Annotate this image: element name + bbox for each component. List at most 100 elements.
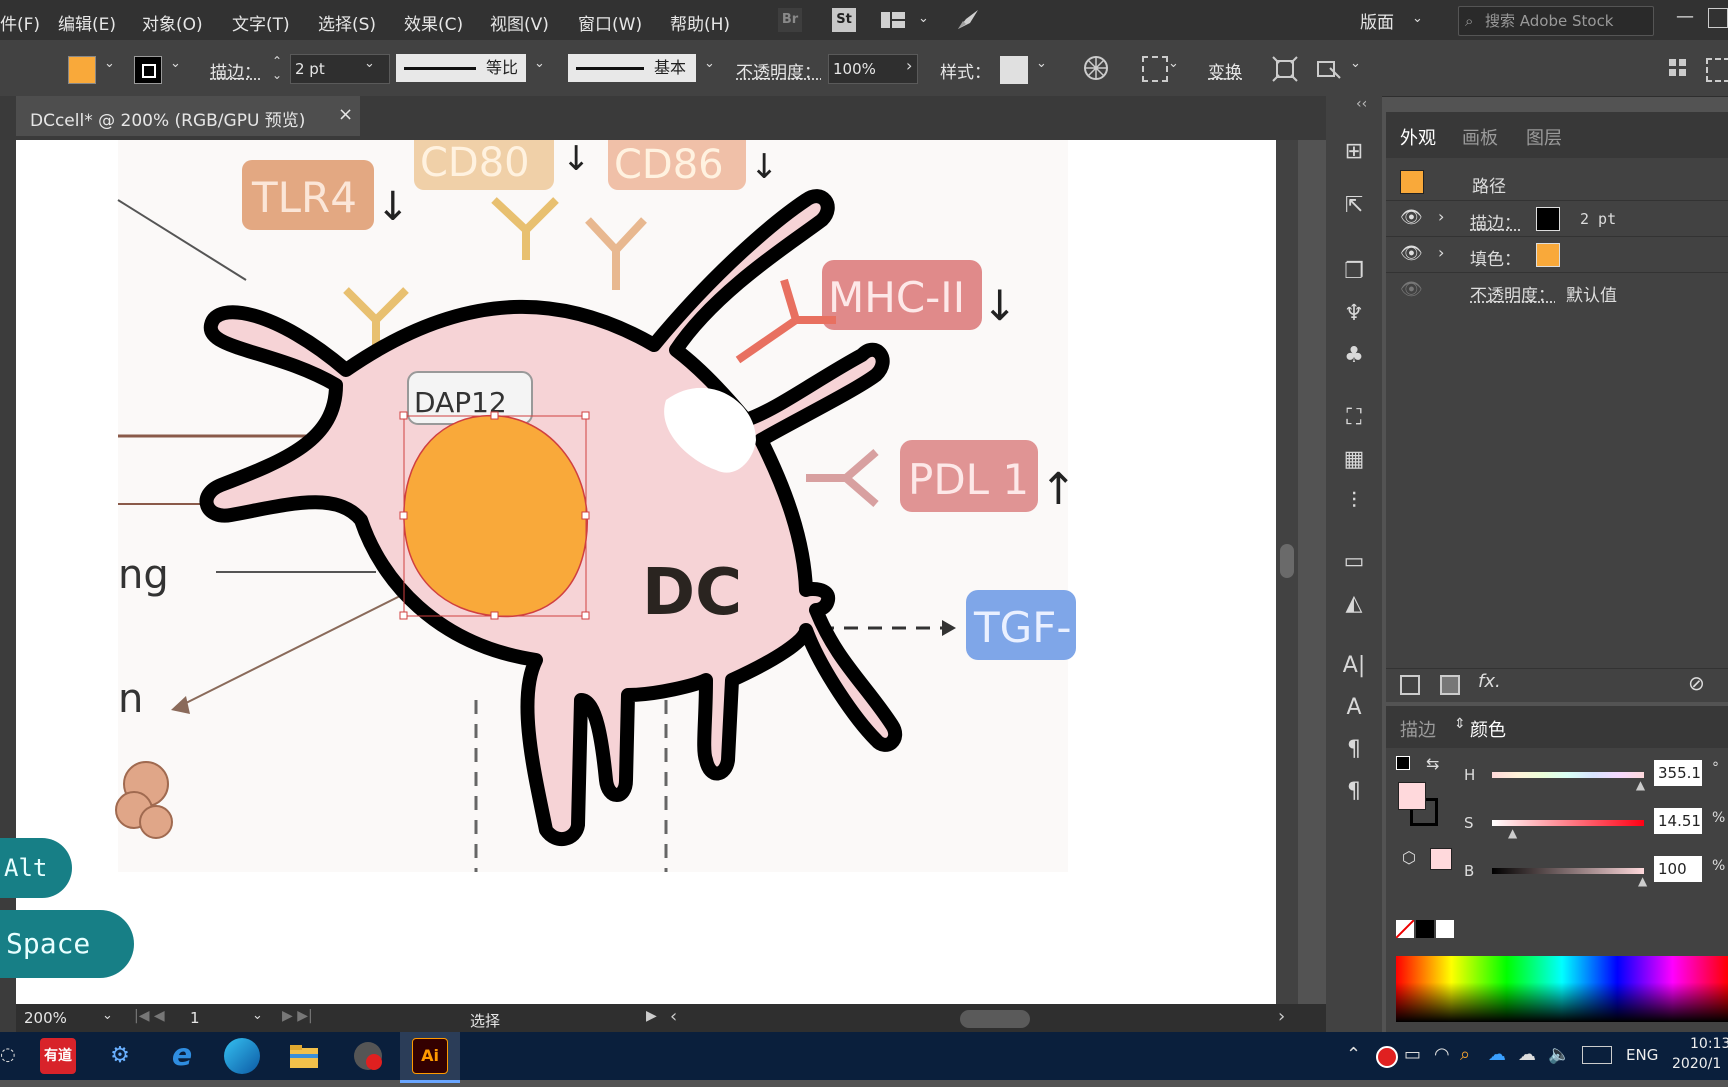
chevron-right-icon[interactable]: ›	[1438, 243, 1444, 262]
3d-icon[interactable]: ⛶	[1340, 404, 1368, 432]
b-value-field[interactable]: 100	[1654, 856, 1702, 882]
chevron-down-icon[interactable]: ⌄	[1036, 56, 1047, 71]
chevron-up-icon[interactable]: ⌃	[1346, 1044, 1361, 1065]
search-tray-icon[interactable]: ⌕	[1460, 1044, 1470, 1065]
variable-width-profile[interactable]: 等比	[396, 54, 526, 82]
current-fill-color[interactable]	[1398, 782, 1426, 810]
youdao-dictionary-icon[interactable]: 有道	[40, 1038, 76, 1074]
search-input[interactable]: 搜索 Adobe Stock	[1485, 7, 1614, 35]
artboard-canvas[interactable]: CD80 ↓ CD86 ↓ TLR4 ↓ MHC-II ↓ PDL 1 ↑ TG…	[16, 140, 1298, 1004]
last-artboard-icon[interactable]: ▶ ▶|	[282, 1008, 313, 1024]
screen-recorder-icon[interactable]	[350, 1038, 386, 1074]
symbols-icon[interactable]: ♣	[1340, 342, 1368, 370]
chevron-right-icon[interactable]: ›	[906, 56, 912, 75]
maximize-icon[interactable]	[1708, 8, 1728, 28]
align-icon[interactable]: ⫶	[1340, 488, 1368, 516]
graphic-style-swatch[interactable]	[1000, 56, 1028, 84]
export-icon[interactable]: ⇱	[1340, 192, 1368, 220]
appearance-fill-row[interactable]: 👁 › 填色：	[1386, 236, 1728, 273]
tab-color[interactable]: 颜色	[1470, 716, 1506, 742]
bridge-button[interactable]: Br	[778, 8, 802, 32]
paragraph-icon[interactable]: ¶	[1340, 778, 1368, 806]
menu-help[interactable]: 帮助(H)	[670, 10, 730, 35]
menu-window[interactable]: 窗口(W)	[578, 10, 642, 35]
isolate-icon[interactable]	[1272, 56, 1298, 82]
document-tab[interactable]: DCcell* @ 200% (RGB/GPU 预览) ×	[16, 96, 360, 136]
eye-icon[interactable]: 👁	[1400, 279, 1423, 300]
workspace-switcher[interactable]: 版面	[1360, 8, 1394, 33]
s-value-field[interactable]: 14.51	[1654, 808, 1702, 834]
appearance-stroke-row[interactable]: 👁 › 描边： 2 pt	[1386, 200, 1728, 237]
s-slider-thumb[interactable]: ▲	[1508, 826, 1517, 840]
transform-link[interactable]: 变换	[1208, 58, 1242, 83]
h-slider-thumb[interactable]: ▲	[1636, 778, 1645, 792]
b-slider[interactable]	[1492, 868, 1644, 874]
chevron-down-icon[interactable]: ⌄	[104, 56, 115, 71]
none-color-swatch[interactable]	[1396, 920, 1414, 938]
artboard-number[interactable]: 1	[190, 1009, 200, 1027]
transparency-icon[interactable]: ◭	[1340, 590, 1368, 618]
puppet-warp-icon[interactable]	[1316, 56, 1342, 82]
h-value-field[interactable]: 355.1	[1654, 760, 1702, 786]
horizontal-scroll-thumb[interactable]	[960, 1010, 1030, 1028]
scrollbar-thumb[interactable]	[1280, 544, 1294, 578]
zoom-level[interactable]: 200%	[24, 1009, 67, 1027]
stroke-label[interactable]: 描边：	[210, 58, 261, 83]
add-stroke-icon[interactable]	[1400, 675, 1420, 695]
swap-colors-icon[interactable]: ⇆	[1426, 754, 1439, 773]
arrange-documents-icon[interactable]	[880, 10, 906, 30]
menu-select[interactable]: 选择(S)	[318, 10, 376, 35]
first-artboard-icon[interactable]: |◀ ◀	[134, 1008, 165, 1024]
menu-view[interactable]: 视图(V)	[490, 10, 549, 35]
tab-layers[interactable]: 图层	[1526, 124, 1562, 150]
chevron-down-icon[interactable]: ⌄	[918, 11, 929, 26]
stock-button[interactable]: St	[832, 8, 856, 32]
chevron-down-icon[interactable]: ⌄	[252, 1008, 263, 1023]
scroll-left-icon[interactable]: ‹	[670, 1006, 677, 1027]
stock-search[interactable]: ⌕ 搜索 Adobe Stock	[1458, 6, 1654, 36]
color-spectrum[interactable]	[1396, 956, 1728, 1022]
artboard-tool-icon[interactable]: ⊞	[1340, 138, 1368, 166]
tab-stroke[interactable]: 描边	[1400, 716, 1436, 742]
onedrive-icon[interactable]: ☁	[1488, 1044, 1506, 1065]
paragraph-styles-icon[interactable]: ¶	[1340, 736, 1368, 764]
menu-file[interactable]: 件(F)	[0, 10, 40, 35]
search-icon[interactable]: ◌	[0, 1044, 16, 1065]
eye-icon[interactable]: 👁	[1400, 207, 1423, 228]
internet-explorer-icon[interactable]: e	[164, 1038, 200, 1074]
character-styles-icon[interactable]: 𝖠	[1340, 694, 1368, 722]
chevron-down-icon[interactable]: ⌄	[1412, 11, 1423, 26]
opacity-label[interactable]: 不透明度：	[736, 58, 821, 83]
collapse-panels-icon[interactable]: ‹‹	[1356, 96, 1367, 112]
out-of-gamut-icon[interactable]: ⬡	[1402, 848, 1416, 867]
stroke-weight-field[interactable]: 2 pt	[290, 54, 390, 84]
scroll-right-icon[interactable]: ›	[1278, 1006, 1285, 1027]
battery-icon[interactable]: ▭	[1404, 1044, 1421, 1065]
appearance-opacity-row[interactable]: 👁 不透明度： 默认值	[1386, 272, 1728, 309]
chevron-down-icon[interactable]: ⌄	[1350, 56, 1361, 71]
align-selection-icon[interactable]	[1142, 56, 1168, 82]
black-color-swatch[interactable]	[1416, 920, 1434, 938]
menu-object[interactable]: 对象(O)	[142, 10, 203, 35]
menu-edit[interactable]: 编辑(E)	[58, 10, 116, 35]
chevron-right-icon[interactable]: ›	[1438, 207, 1444, 226]
sort-arrows-icon[interactable]: ⇕	[1454, 716, 1466, 732]
chevron-down-icon[interactable]: ⌄	[102, 1008, 113, 1023]
opacity-field[interactable]: 100%	[828, 54, 918, 84]
tab-appearance[interactable]: 外观	[1400, 124, 1436, 150]
menu-type[interactable]: 文字(T)	[232, 10, 290, 35]
stroke-weight[interactable]: 2 pt	[1580, 210, 1616, 228]
menu-effect[interactable]: 效果(C)	[404, 10, 463, 35]
add-fill-icon[interactable]	[1440, 675, 1460, 695]
cloud-icon[interactable]: ☁	[1518, 1044, 1536, 1065]
opacity-label[interactable]: 不透明度：	[1470, 281, 1555, 306]
gradient-icon[interactable]: ▭	[1340, 548, 1368, 576]
character-icon[interactable]: A|	[1340, 652, 1368, 680]
stroke-swatch[interactable]	[1536, 207, 1560, 231]
wifi-icon[interactable]: ◠	[1434, 1044, 1450, 1065]
web-safe-color[interactable]	[1430, 848, 1452, 870]
panel-grid-icon[interactable]	[1668, 58, 1688, 78]
clear-appearance-icon[interactable]: ⊘	[1688, 671, 1705, 695]
panel-menu-icon[interactable]	[1706, 58, 1728, 82]
chevron-down-icon[interactable]: ⌄	[1168, 56, 1179, 71]
